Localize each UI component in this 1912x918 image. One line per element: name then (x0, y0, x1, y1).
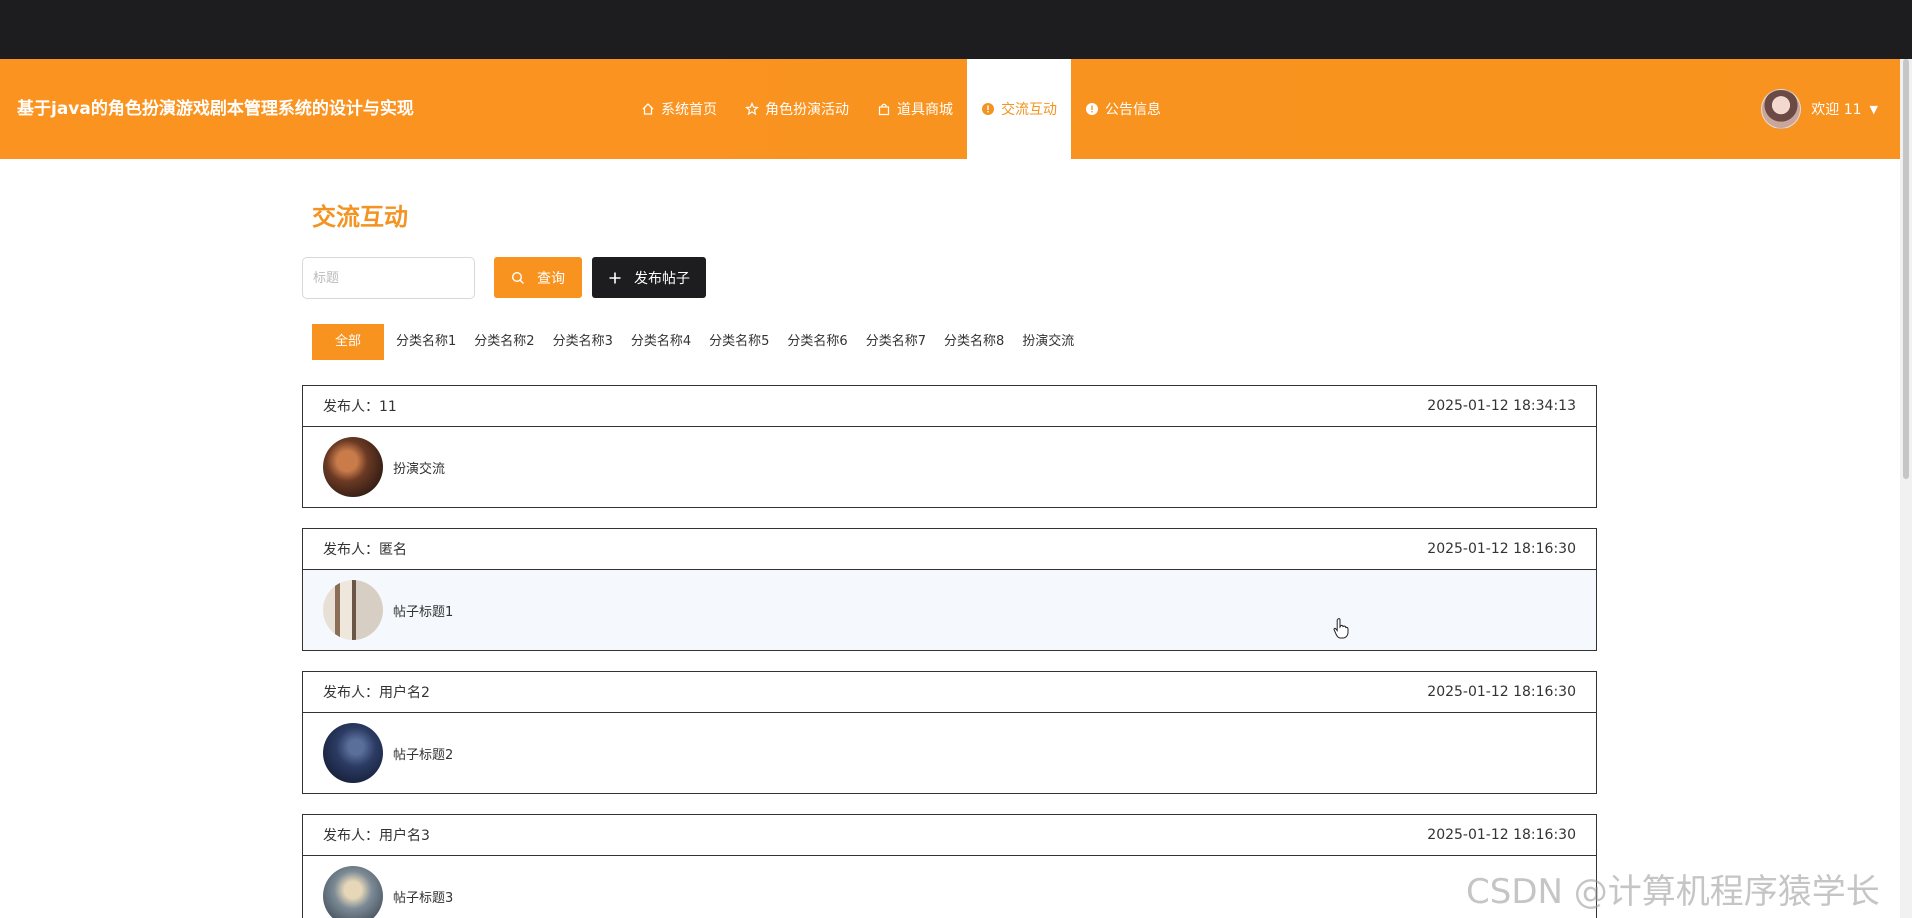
post-card: 发布人：用户名3 2025-01-12 18:16:30 帖子标题3 (302, 814, 1597, 918)
page-scrollbar[interactable] (1900, 59, 1912, 918)
category-item[interactable]: 分类名称5 (700, 324, 778, 360)
post-thumbnail (323, 723, 383, 783)
post-publisher: 发布人：用户名3 (323, 828, 430, 844)
post-header: 发布人：匿名 2025-01-12 18:16:30 (303, 529, 1596, 570)
post-thumbnail (323, 866, 383, 918)
page-title: 交流互动 (312, 203, 408, 231)
post-title[interactable]: 帖子标题2 (393, 744, 453, 763)
post-body[interactable]: 帖子标题2 (303, 713, 1596, 793)
scrollbar-thumb[interactable] (1903, 59, 1909, 479)
plus-icon (608, 271, 622, 285)
site-brand[interactable]: 基于java的角色扮演游戏剧本管理系统的设计与实现 (17, 59, 414, 159)
post-header: 发布人：用户名3 2025-01-12 18:16:30 (303, 815, 1596, 856)
post-thumbnail (323, 437, 383, 497)
user-menu[interactable]: 欢迎 11 ▼ (1761, 59, 1878, 159)
post-body[interactable]: 帖子标题3 (303, 856, 1596, 918)
post-publisher: 发布人：用户名2 (323, 685, 430, 701)
category-filter: 全部 分类名称1 分类名称2 分类名称3 分类名称4 分类名称5 分类名称6 分… (312, 324, 1083, 360)
category-item[interactable]: 分类名称2 (465, 324, 543, 360)
category-item[interactable]: 分类名称1 (387, 324, 465, 360)
category-item[interactable]: 扮演交流 (1013, 324, 1083, 360)
nav-label: 公告信息 (1105, 102, 1161, 118)
category-all[interactable]: 全部 (312, 324, 384, 360)
query-button-label: 查询 (537, 270, 565, 287)
post-title[interactable]: 帖子标题1 (393, 601, 453, 620)
post-time: 2025-01-12 18:16:30 (1427, 541, 1576, 557)
window-top-strip (0, 0, 1912, 59)
welcome-text: 欢迎 11 (1811, 102, 1862, 118)
post-body[interactable]: 帖子标题1 (303, 570, 1596, 650)
post-body[interactable]: 扮演交流 (303, 427, 1596, 507)
info-circle-icon (1085, 102, 1099, 116)
post-time: 2025-01-12 18:16:30 (1427, 684, 1576, 700)
post-card: 发布人：用户名2 2025-01-12 18:16:30 帖子标题2 (302, 671, 1597, 794)
category-item[interactable]: 分类名称7 (857, 324, 935, 360)
nav-item-roleplay-activity[interactable]: 角色扮演活动 (731, 59, 863, 159)
star-icon (744, 101, 760, 116)
bag-icon (877, 102, 891, 116)
nav-label: 道具商城 (897, 102, 953, 118)
post-title[interactable]: 帖子标题3 (393, 887, 453, 906)
post-time: 2025-01-12 18:16:30 (1427, 827, 1576, 843)
watermark: CSDN @计算机程序猿学长 (1466, 872, 1880, 912)
post-title[interactable]: 扮演交流 (393, 458, 445, 477)
caret-down-icon: ▼ (1869, 102, 1878, 116)
post-list: 发布人：11 2025-01-12 18:34:13 扮演交流 发布人：匿名 2… (302, 385, 1597, 918)
post-header: 发布人：11 2025-01-12 18:34:13 (303, 386, 1596, 427)
nav-item-prop-shop[interactable]: 道具商城 (863, 59, 967, 159)
post-publisher: 发布人：匿名 (323, 542, 407, 558)
post-publisher: 发布人：11 (323, 399, 397, 415)
nav-item-announcements[interactable]: 公告信息 (1071, 59, 1175, 159)
nav-label: 角色扮演活动 (765, 102, 849, 118)
create-post-label: 发布帖子 (634, 270, 690, 287)
category-item[interactable]: 分类名称8 (935, 324, 1013, 360)
post-header: 发布人：用户名2 2025-01-12 18:16:30 (303, 672, 1596, 713)
main-nav: 系统首页 角色扮演活动 道具商城 交流互动 公告信息 (627, 59, 1175, 159)
title-search-input[interactable] (302, 257, 475, 299)
hand-pointer-icon (1333, 617, 1349, 639)
top-navbar: 基于java的角色扮演游戏剧本管理系统的设计与实现 系统首页 角色扮演活动 道具… (0, 59, 1900, 159)
info-circle-icon (981, 102, 995, 116)
search-icon (511, 271, 525, 285)
create-post-button[interactable]: 发布帖子 (592, 257, 706, 298)
category-item[interactable]: 分类名称6 (778, 324, 856, 360)
post-thumbnail (323, 580, 383, 640)
avatar[interactable] (1761, 89, 1802, 129)
home-icon (641, 102, 655, 116)
category-item[interactable]: 分类名称4 (622, 324, 700, 360)
post-time: 2025-01-12 18:34:13 (1427, 398, 1576, 414)
nav-item-communication[interactable]: 交流互动 (967, 59, 1071, 159)
post-card: 发布人：11 2025-01-12 18:34:13 扮演交流 (302, 385, 1597, 508)
post-card: 发布人：匿名 2025-01-12 18:16:30 帖子标题1 (302, 528, 1597, 651)
nav-label: 交流互动 (1001, 102, 1057, 118)
category-item[interactable]: 分类名称3 (544, 324, 622, 360)
query-button[interactable]: 查询 (494, 257, 582, 298)
nav-label: 系统首页 (661, 102, 717, 118)
nav-item-home[interactable]: 系统首页 (627, 59, 731, 159)
